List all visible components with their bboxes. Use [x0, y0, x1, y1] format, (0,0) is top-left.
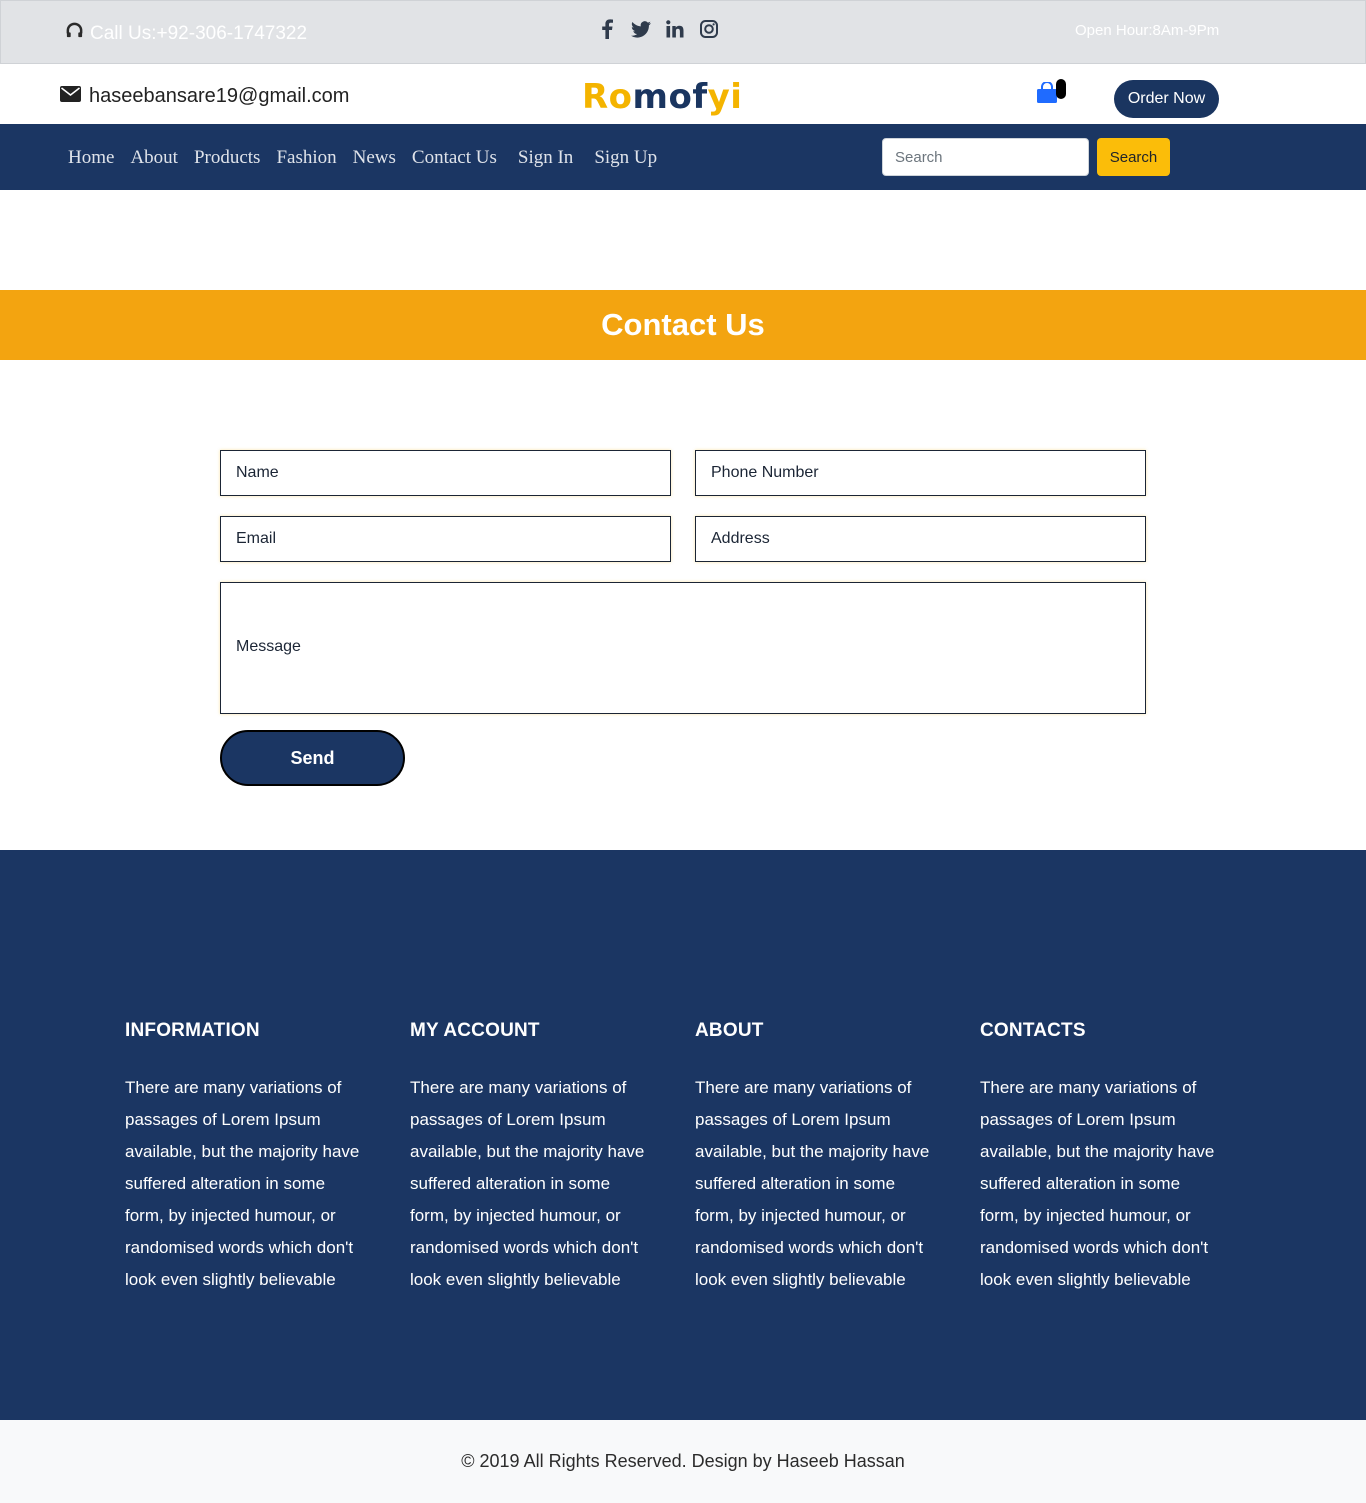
logo-part-mof: mof [632, 77, 708, 117]
footer-column-about: ABOUT There are many variations of passa… [695, 1020, 935, 1296]
call-us[interactable]: Call Us:+92-306-1747322 [65, 21, 307, 46]
nav-fashion[interactable]: Fashion [276, 147, 336, 169]
email-text: haseebansare19@gmail.com [89, 85, 350, 107]
linkedin-icon[interactable] [665, 18, 685, 40]
nav-about[interactable]: About [130, 147, 178, 169]
instagram-icon[interactable] [699, 18, 719, 40]
page-title: Contact Us [601, 307, 765, 342]
send-button[interactable]: Send [220, 730, 405, 786]
brand-bar: haseebansare19@gmail.com Romofyi Order N… [0, 64, 1366, 124]
footer-column-my-account: MY ACCOUNT There are many variations of … [410, 1020, 650, 1296]
facebook-icon[interactable] [597, 18, 617, 40]
nav-products[interactable]: Products [194, 147, 261, 169]
call-us-text: Call Us:+92-306-1747322 [90, 22, 308, 44]
romofyi-logo[interactable]: Romofyi [582, 77, 742, 117]
address-field[interactable] [695, 516, 1146, 562]
nav-contact-us[interactable]: Contact Us [412, 147, 497, 169]
footer-text: There are many variations of passages of… [695, 1078, 930, 1289]
message-field[interactable] [220, 582, 1146, 714]
email-field[interactable] [220, 516, 671, 562]
footer-heading: INFORMATION [125, 1020, 260, 1041]
copyright-bar: © 2019 All Rights Reserved. Design by Ha… [0, 1420, 1366, 1503]
footer-text: There are many variations of passages of… [410, 1078, 645, 1289]
search-input[interactable] [882, 138, 1089, 176]
footer-heading: ABOUT [695, 1020, 764, 1041]
headset-icon [65, 21, 84, 46]
nav-sign-up[interactable]: Sign Up [594, 147, 657, 169]
top-info-bar: Call Us:+92-306-1747322 Open Hour:8Am-9P… [0, 0, 1366, 64]
social-links [597, 18, 719, 40]
search-button[interactable]: Search [1097, 138, 1170, 176]
order-now-button[interactable]: Order Now [1114, 80, 1219, 118]
footer-text: There are many variations of passages of… [980, 1078, 1215, 1289]
footer-heading: CONTACTS [980, 1020, 1086, 1041]
nav-news[interactable]: News [353, 147, 396, 169]
shopping-bag-icon [1036, 81, 1058, 108]
nav-links: Home About Products Fashion News Contact… [68, 147, 673, 169]
phone-field[interactable] [695, 450, 1146, 496]
name-field[interactable] [220, 450, 671, 496]
open-hours: Open Hour:8Am-9Pm [1075, 22, 1220, 39]
page-banner: Contact Us [0, 290, 1366, 360]
copyright-text: © 2019 All Rights Reserved. Design by Ha… [461, 1451, 905, 1471]
envelope-icon [60, 85, 81, 108]
twitter-icon[interactable] [631, 18, 651, 40]
logo-part-ro: Ro [582, 77, 633, 117]
site-footer: INFORMATION There are many variations of… [0, 850, 1366, 1420]
cart-count-badge [1056, 79, 1066, 99]
nav-sign-in[interactable]: Sign In [518, 147, 573, 169]
main-navbar: Home About Products Fashion News Contact… [0, 124, 1366, 190]
nav-home[interactable]: Home [68, 147, 114, 169]
footer-column-information: INFORMATION There are many variations of… [125, 1020, 365, 1296]
logo-part-yi: yi [707, 77, 743, 117]
email-contact[interactable]: haseebansare19@gmail.com [60, 85, 349, 108]
footer-text: There are many variations of passages of… [125, 1078, 360, 1289]
footer-column-contacts: CONTACTS There are many variations of pa… [980, 1020, 1220, 1296]
footer-heading: MY ACCOUNT [410, 1020, 540, 1041]
